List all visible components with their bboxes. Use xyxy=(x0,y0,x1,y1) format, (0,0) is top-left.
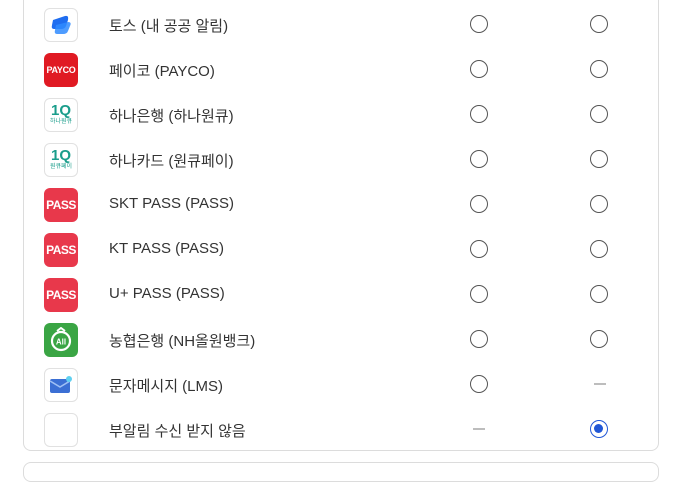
oneq-pay-icon: 1Q 원큐페이 xyxy=(44,143,78,177)
option-label: 부알림 수신 받지 않음 xyxy=(109,423,246,440)
push-radio[interactable] xyxy=(470,15,488,33)
option-row-kt-pass: PASS KT PASS (PASS) xyxy=(0,228,681,273)
logo-main-text: 1Q xyxy=(50,102,71,119)
push-radio[interactable] xyxy=(470,330,488,348)
email-radio[interactable] xyxy=(590,105,608,123)
option-label: 토스 (내 공공 알림) xyxy=(109,18,229,35)
logo-sub-text: 하나원큐 xyxy=(49,119,73,125)
option-label: 하나은행 (하나원큐) xyxy=(109,108,234,125)
hana-oneq-icon: 1Q 하나원큐 xyxy=(44,98,78,132)
blank-icon xyxy=(44,413,78,447)
unavailable-dash xyxy=(594,383,606,385)
email-radio[interactable] xyxy=(590,285,608,303)
option-row-lms: 문자메시지 (LMS) xyxy=(0,363,681,408)
option-row-skt-pass: PASS SKT PASS (PASS) xyxy=(0,183,681,228)
option-row-toss: 토스 (내 공공 알림) xyxy=(0,3,681,48)
logo-main-text: 1Q xyxy=(50,147,71,164)
email-radio[interactable] xyxy=(590,15,608,33)
push-radio[interactable] xyxy=(470,375,488,393)
mail-icon xyxy=(44,368,78,402)
email-radio[interactable] xyxy=(590,240,608,258)
option-row-hana-card: 1Q 원큐페이 하나카드 (원큐페이) xyxy=(0,138,681,183)
logo-sub-text: 원큐페이 xyxy=(49,164,73,170)
option-label: 하나카드 (원큐페이) xyxy=(109,153,234,170)
svg-text:All: All xyxy=(56,338,66,347)
push-radio[interactable] xyxy=(470,240,488,258)
option-row-payco: PAYCO 페이코 (PAYCO) xyxy=(0,48,681,93)
pass-logo-icon: PASS xyxy=(44,188,78,222)
option-row-nh-bank: All 농협은행 (NH올원뱅크) xyxy=(0,318,681,363)
next-section-card xyxy=(23,462,659,482)
nh-allone-icon: All xyxy=(44,323,78,357)
push-radio[interactable] xyxy=(470,105,488,123)
push-radio[interactable] xyxy=(470,60,488,78)
option-row-uplus-pass: PASS U+ PASS (PASS) xyxy=(0,273,681,318)
option-label: 농협은행 (NH올원뱅크) xyxy=(109,333,256,350)
option-row-no-notification: 부알림 수신 받지 않음 xyxy=(0,408,681,453)
email-radio[interactable] xyxy=(590,150,608,168)
email-radio[interactable] xyxy=(590,195,608,213)
pass-logo-icon: PASS xyxy=(44,278,78,312)
option-label: SKT PASS (PASS) xyxy=(109,195,235,212)
push-radio[interactable] xyxy=(470,285,488,303)
push-radio[interactable] xyxy=(470,150,488,168)
option-label: 페이코 (PAYCO) xyxy=(109,63,215,80)
option-label: U+ PASS (PASS) xyxy=(109,285,225,302)
option-row-hana-bank: 1Q 하나원큐 하나은행 (하나원큐) xyxy=(0,93,681,138)
option-label: 문자메시지 (LMS) xyxy=(109,378,224,395)
email-radio[interactable] xyxy=(590,330,608,348)
option-label: KT PASS (PASS) xyxy=(109,240,225,257)
payco-logo-icon: PAYCO xyxy=(44,53,78,87)
toss-icon xyxy=(44,8,78,42)
unavailable-dash xyxy=(473,428,485,430)
push-radio[interactable] xyxy=(470,195,488,213)
email-radio-selected[interactable] xyxy=(590,420,608,438)
pass-logo-icon: PASS xyxy=(44,233,78,267)
email-radio[interactable] xyxy=(590,60,608,78)
